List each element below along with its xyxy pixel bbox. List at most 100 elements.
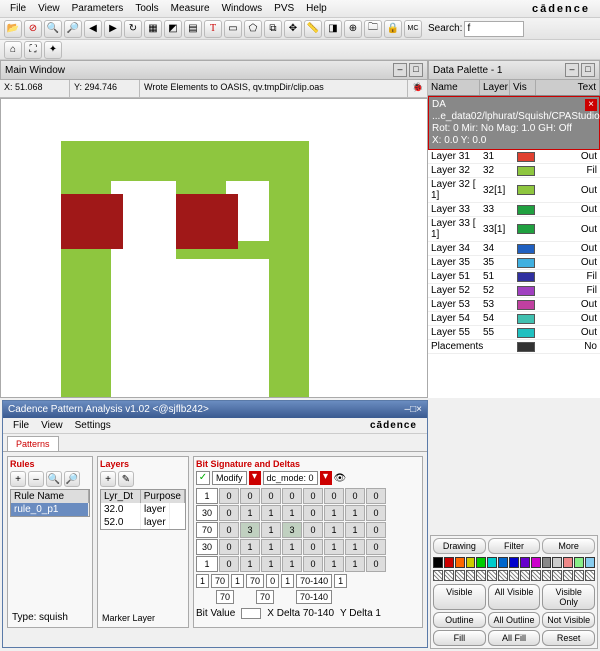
bit-cell[interactable]: 1: [324, 522, 344, 538]
ruler-icon[interactable]: 📏: [304, 20, 322, 38]
layout-shape[interactable]: [269, 141, 309, 398]
bit-cell[interactable]: 1: [261, 556, 281, 572]
pattern-swatch[interactable]: [574, 570, 584, 581]
bit-cell[interactable]: 1: [261, 505, 281, 521]
bit-cell[interactable]: 0: [219, 522, 239, 538]
modify-checkbox[interactable]: ✓: [196, 471, 210, 485]
color-swatch[interactable]: [574, 557, 584, 568]
color-swatch[interactable]: [552, 557, 562, 568]
palette-row[interactable]: Layer 32 [ 1]32[1]Out: [428, 178, 600, 203]
bit-cell[interactable]: 0: [219, 505, 239, 521]
tab-drawing[interactable]: Drawing: [433, 538, 486, 554]
color-swatch[interactable]: [509, 557, 519, 568]
placements-row[interactable]: PlacementsNo: [428, 340, 600, 354]
bit-cell[interactable]: 0: [219, 488, 239, 504]
bit-cell[interactable]: 0: [261, 488, 281, 504]
forward-icon[interactable]: ▶: [104, 20, 122, 38]
mc-icon[interactable]: MC: [404, 20, 422, 38]
bit-cell[interactable]: 0: [303, 505, 323, 521]
bit-cell[interactable]: 1: [261, 522, 281, 538]
poly-icon[interactable]: ⬠: [244, 20, 262, 38]
home-icon[interactable]: ⌂: [4, 41, 22, 59]
color-swatch[interactable]: [433, 557, 443, 568]
bit-cell[interactable]: 1: [345, 522, 365, 538]
menu-pvs[interactable]: PVS: [268, 3, 300, 14]
palette-row[interactable]: Layer 5555Out: [428, 326, 600, 340]
menu-view[interactable]: View: [32, 3, 66, 14]
back-icon[interactable]: ◀: [84, 20, 102, 38]
delta-cell[interactable]: 70: [256, 590, 274, 604]
palette-row[interactable]: Layer 3131Out: [428, 150, 600, 164]
grid-icon[interactable]: ▦: [144, 20, 162, 38]
color-swatch[interactable]: [542, 557, 552, 568]
pattern-swatch[interactable]: [455, 570, 465, 581]
rule-del-icon[interactable]: –: [28, 471, 44, 487]
palette-row[interactable]: Layer 33 [ 1]33[1]Out: [428, 217, 600, 242]
target-icon[interactable]: ⊕: [344, 20, 362, 38]
bit-cell[interactable]: 1: [345, 539, 365, 555]
cpa-close-icon[interactable]: ×: [416, 404, 422, 415]
bit-cell[interactable]: 0: [366, 556, 386, 572]
bit-cell[interactable]: 0: [366, 505, 386, 521]
palette-row[interactable]: Layer 5151Fil: [428, 270, 600, 284]
draw-button[interactable]: Visible Only: [542, 584, 595, 610]
pattern-swatch[interactable]: [466, 570, 476, 581]
pattern-swatch[interactable]: [487, 570, 497, 581]
layer-edit-icon[interactable]: ✎: [118, 471, 134, 487]
highlight-icon[interactable]: ◨: [324, 20, 342, 38]
bit-cell[interactable]: 1: [240, 539, 260, 555]
draw-button[interactable]: Outline: [433, 612, 486, 628]
palette-row[interactable]: Layer 5252Fil: [428, 284, 600, 298]
palette-row[interactable]: Layer 3535Out: [428, 256, 600, 270]
select-icon[interactable]: ◩: [164, 20, 182, 38]
palette-min-icon[interactable]: –: [565, 63, 579, 77]
delta-cell[interactable]: 70-140: [296, 590, 332, 604]
draw-button[interactable]: Fill: [433, 630, 486, 646]
cpa-menu-view[interactable]: View: [35, 420, 69, 431]
layout-canvas[interactable]: [0, 98, 428, 398]
zoom-out-icon[interactable]: 🔎: [64, 20, 82, 38]
pattern-swatch[interactable]: [542, 570, 552, 581]
rules-table[interactable]: Rule Name rule_0_p1: [10, 489, 90, 517]
bit-cell[interactable]: 0: [303, 522, 323, 538]
bit-cell[interactable]: 0: [366, 488, 386, 504]
cpa-menu-file[interactable]: File: [7, 420, 35, 431]
bit-cell[interactable]: 0: [366, 539, 386, 555]
refresh-icon[interactable]: ↻: [124, 20, 142, 38]
draw-button[interactable]: All Visible: [488, 584, 541, 610]
bit-cell[interactable]: 0: [366, 522, 386, 538]
palette-row[interactable]: Layer 3333Out: [428, 203, 600, 217]
snap-icon[interactable]: ✦: [44, 41, 62, 59]
delta-cell[interactable]: 70: [211, 574, 229, 588]
draw-button[interactable]: Not Visible: [542, 612, 595, 628]
layout-shape[interactable]: [176, 194, 238, 249]
bit-cell[interactable]: 1: [240, 556, 260, 572]
bit-cell[interactable]: 0: [345, 488, 365, 504]
bit-cell[interactable]: 1: [345, 556, 365, 572]
palette-row[interactable]: Layer 5454Out: [428, 312, 600, 326]
delta-cell[interactable]: 70-140: [296, 574, 332, 588]
color-swatch[interactable]: [444, 557, 454, 568]
rule-add-icon[interactable]: +: [10, 471, 26, 487]
lock-icon[interactable]: 🔒: [384, 20, 402, 38]
delta-cell[interactable]: 0: [266, 574, 279, 588]
bit-cell[interactable]: 0: [303, 556, 323, 572]
bit-cell[interactable]: 1: [261, 539, 281, 555]
rule-zoomout-icon[interactable]: 🔎: [64, 471, 80, 487]
color-swatch[interactable]: [498, 557, 508, 568]
draw-button[interactable]: All Outline: [488, 612, 541, 628]
menu-help[interactable]: Help: [300, 3, 333, 14]
tab-more[interactable]: More: [542, 538, 595, 554]
delta-cell[interactable]: 1: [281, 574, 294, 588]
cpa-menu-settings[interactable]: Settings: [69, 420, 117, 431]
palette-max-icon[interactable]: □: [581, 63, 595, 77]
minimize-icon[interactable]: –: [393, 63, 407, 77]
dc-dd-icon[interactable]: ▾: [320, 471, 332, 485]
draw-button[interactable]: All Fill: [488, 630, 541, 646]
menu-tools[interactable]: Tools: [129, 3, 164, 14]
search-input[interactable]: [464, 21, 524, 37]
color-swatch[interactable]: [476, 557, 486, 568]
cpa-titlebar[interactable]: Cadence Pattern Analysis v1.02 <@sjflb24…: [3, 401, 427, 418]
layers-table[interactable]: Lyr_DtPurpose 32.0layer 52.0layer: [100, 489, 186, 530]
copy-icon[interactable]: ⧉: [264, 20, 282, 38]
